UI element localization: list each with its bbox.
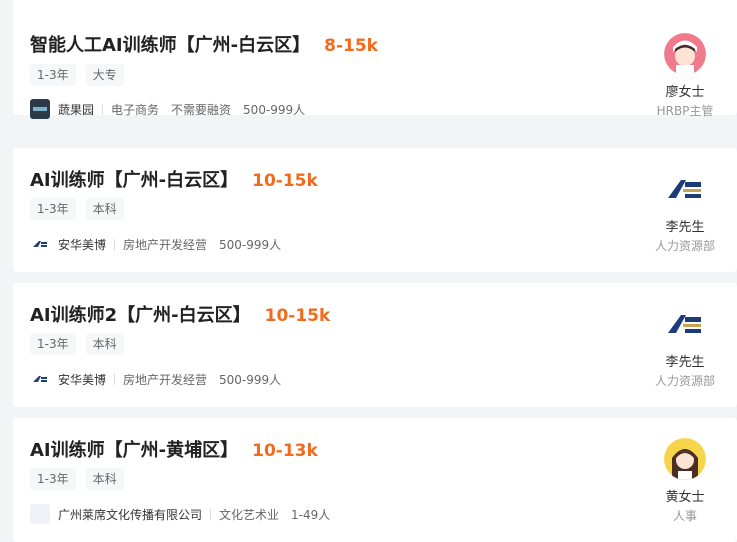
- avatar: [664, 438, 706, 480]
- recruiter-name: 李先生: [665, 355, 705, 370]
- avatar: [664, 33, 706, 75]
- experience-tag: 1-3年: [30, 468, 76, 490]
- recruiter-name: 李先生: [665, 220, 705, 235]
- company-funding: 不需要融资: [171, 102, 232, 117]
- recruiter[interactable]: 廖女士 HRBP主管: [650, 33, 720, 119]
- company-logo[interactable]: [30, 99, 50, 119]
- company-size: 1-49人: [291, 507, 331, 522]
- job-salary: 10-15k: [264, 306, 331, 326]
- job-card[interactable]: AI训练师【广州-黄埔区】 10-13k 1-3年 本科 广州莱席文化传播有限公…: [13, 418, 737, 542]
- company-name[interactable]: 安华美博: [58, 236, 106, 253]
- divider: [210, 508, 212, 520]
- job-salary: 8-15k: [324, 36, 378, 56]
- job-salary: 10-15k: [252, 171, 318, 191]
- company-name[interactable]: 广州莱席文化传播有限公司: [58, 506, 202, 523]
- company-logo[interactable]: [30, 369, 50, 389]
- company-size: 500-999人: [219, 372, 282, 387]
- recruiter-role: 人力资源部: [654, 374, 715, 388]
- recruiter[interactable]: 李先生 人力资源部: [650, 168, 720, 254]
- company-industry: 电子商务: [111, 102, 160, 117]
- recruiter-role: 人力资源部: [654, 239, 715, 253]
- experience-tag: 1-3年: [30, 333, 76, 355]
- company-name[interactable]: 蔬果园: [58, 101, 94, 118]
- education-tag: 本科: [85, 333, 124, 355]
- company-logo-icon: [664, 303, 706, 345]
- recruiter[interactable]: 李先生 人力资源部: [650, 303, 720, 389]
- company-name[interactable]: 安华美博: [58, 371, 106, 388]
- job-title[interactable]: 智能人工AI训练师【广州-白云区】: [30, 31, 310, 57]
- job-title[interactable]: AI训练师2【广州-白云区】: [30, 301, 251, 327]
- company-industry: 房地产开发经营: [123, 372, 208, 387]
- education-tag: 大专: [85, 64, 124, 86]
- divider: [114, 373, 116, 385]
- recruiter-role: HRBP主管: [656, 104, 714, 118]
- education-tag: 本科: [85, 468, 124, 490]
- recruiter-role: 人事: [672, 509, 697, 523]
- company-logo[interactable]: [30, 504, 50, 524]
- job-title[interactable]: AI训练师【广州-黄埔区】: [30, 436, 238, 462]
- company-logo[interactable]: [30, 234, 50, 254]
- company-size: 500-999人: [219, 237, 282, 252]
- recruiter-name: 廖女士: [665, 85, 705, 100]
- company-size: 500-999人: [243, 102, 306, 117]
- recruiter[interactable]: 黄女士 人事: [650, 438, 720, 524]
- company-industry: 房地产开发经营: [123, 237, 208, 252]
- job-card[interactable]: 智能人工AI训练师【广州-白云区】 8-15k 1-3年 大专 蔬果园 电子商务…: [13, 0, 737, 119]
- recruiter-name: 黄女士: [665, 490, 705, 505]
- education-tag: 本科: [85, 198, 124, 220]
- divider: [114, 238, 116, 250]
- job-card[interactable]: AI训练师2【广州-白云区】 10-15k 1-3年 本科 安华美博 房地产开发…: [13, 283, 737, 407]
- job-title[interactable]: AI训练师【广州-白云区】: [30, 166, 238, 192]
- job-card[interactable]: AI训练师【广州-白云区】 10-15k 1-3年 本科 安华美博 房地产开发经…: [13, 148, 737, 272]
- company-logo-icon: [664, 168, 706, 210]
- company-industry: 文化艺术业: [219, 507, 280, 522]
- experience-tag: 1-3年: [30, 64, 76, 86]
- experience-tag: 1-3年: [30, 198, 76, 220]
- job-salary: 10-13k: [252, 441, 318, 461]
- divider: [102, 103, 104, 115]
